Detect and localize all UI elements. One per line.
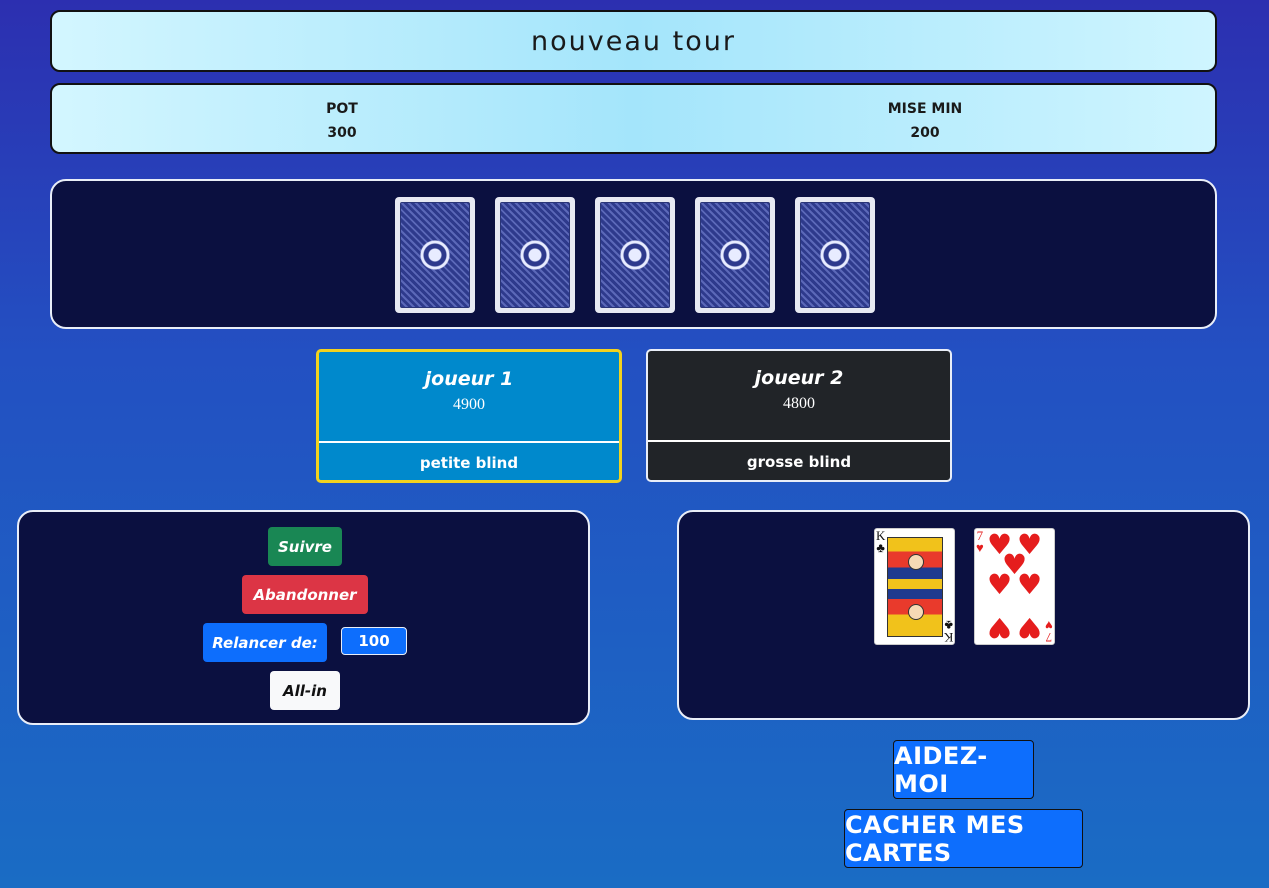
min-bet-label: MISE MIN xyxy=(887,101,963,117)
community-card-back xyxy=(495,197,575,313)
card-corner: K ♣ xyxy=(943,618,953,645)
pot-stat: POT 300 xyxy=(242,97,442,145)
player-name: joueur 1 xyxy=(424,368,514,390)
stats-panel: POT 300 MISE MIN 200 xyxy=(50,83,1217,154)
card-corner: 7 ♥ xyxy=(1045,618,1053,645)
player-chips: 4900 xyxy=(453,396,485,413)
all-in-button[interactable]: All-in xyxy=(270,671,340,710)
help-button[interactable]: AIDEZ-MOI xyxy=(893,740,1034,799)
heart-pip-icon: ♥ xyxy=(1017,611,1043,644)
seven-of-hearts-card: 7 ♥ ♥ ♥ ♥ ♥ ♥ ♥ ♥ 7 ♥ xyxy=(974,528,1055,645)
king-figure-icon xyxy=(887,537,943,637)
king-of-clubs-card: K ♣ K ♣ xyxy=(874,528,955,645)
min-bet-value: 200 xyxy=(910,125,940,141)
card-corner: 7 ♥ xyxy=(976,528,984,555)
player-role: petite blind xyxy=(319,441,619,480)
player-card-joueur-2: joueur 2 4800 grosse blind xyxy=(646,349,952,482)
community-card-back xyxy=(395,197,475,313)
call-button[interactable]: Suivre xyxy=(268,527,342,566)
card-corner: K ♣ xyxy=(876,528,886,555)
pot-label: POT xyxy=(326,101,358,117)
min-bet-stat: MISE MIN 200 xyxy=(825,97,1025,145)
player-chips: 4800 xyxy=(783,395,815,412)
fold-button[interactable]: Abandonner xyxy=(242,575,368,614)
hide-cards-button[interactable]: CACHER MES CARTES xyxy=(844,809,1083,868)
community-board xyxy=(50,179,1217,329)
player-name: joueur 2 xyxy=(754,367,844,389)
round-title: nouveau tour xyxy=(531,25,736,57)
raise-button[interactable]: Relancer de: xyxy=(203,623,327,662)
heart-pip-icon: ♥ xyxy=(987,568,1013,601)
community-card-back xyxy=(795,197,875,313)
player-hand: K ♣ K ♣ 7 ♥ ♥ ♥ ♥ ♥ ♥ ♥ ♥ 7 ♥ xyxy=(677,510,1250,720)
raise-amount-input[interactable] xyxy=(341,627,407,655)
action-panel: Suivre Abandonner Relancer de: All-in xyxy=(17,510,590,725)
community-card-back xyxy=(695,197,775,313)
player-role: grosse blind xyxy=(648,440,950,480)
heart-pip-icon: ♥ xyxy=(1017,568,1043,601)
community-card-back xyxy=(595,197,675,313)
pot-value: 300 xyxy=(327,125,357,141)
player-card-joueur-1: joueur 1 4900 petite blind xyxy=(316,349,622,483)
heart-pip-icon: ♥ xyxy=(987,611,1013,644)
round-banner: nouveau tour xyxy=(50,10,1217,72)
